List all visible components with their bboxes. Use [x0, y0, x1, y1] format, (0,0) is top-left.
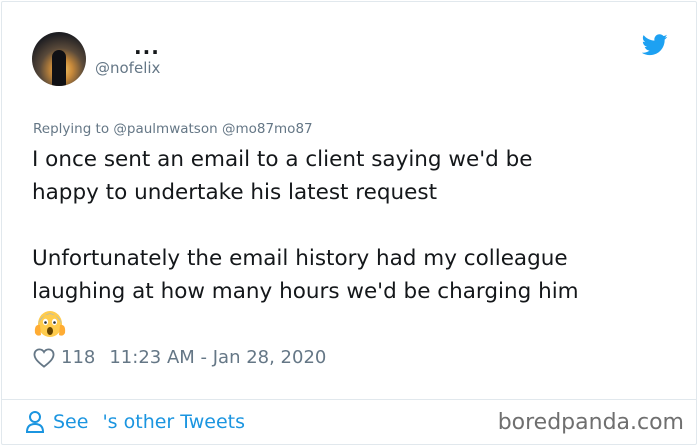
see-suffix: 's other Tweets [102, 411, 245, 433]
tweet-text: I once sent an email to a client saying … [32, 143, 672, 308]
tweet-line: laughing at how many hours we'd be charg… [32, 279, 579, 304]
see-other-tweets-link[interactable]: See 's other Tweets [25, 410, 245, 434]
user-outline-icon [25, 411, 45, 433]
replying-to: Replying to @paulmwatson @mo87mo87 [33, 121, 313, 137]
avatar-silhouette [52, 50, 66, 86]
face-screaming-in-fear-icon [34, 311, 66, 337]
see-prefix: See [53, 411, 89, 433]
watermark: boredpanda.com [497, 410, 684, 435]
twitter-bird-icon[interactable] [642, 34, 668, 56]
tweet-line: happy to undertake his latest request [32, 180, 438, 205]
display-name[interactable]: ... [134, 35, 160, 59]
tweet-meta: 118 11:23 AM - Jan 28, 2020 [33, 347, 326, 368]
divider [1, 399, 697, 400]
avatar[interactable] [32, 32, 86, 86]
tweet-line: Unfortunately the email history had my c… [32, 246, 568, 271]
like-count[interactable]: 118 [61, 347, 95, 368]
timestamp[interactable]: 11:23 AM - Jan 28, 2020 [109, 347, 326, 368]
tweet-line: I once sent an email to a client saying … [32, 147, 533, 172]
user-handle[interactable]: @nofelix [95, 59, 160, 77]
heart-outline-icon[interactable] [33, 347, 55, 368]
